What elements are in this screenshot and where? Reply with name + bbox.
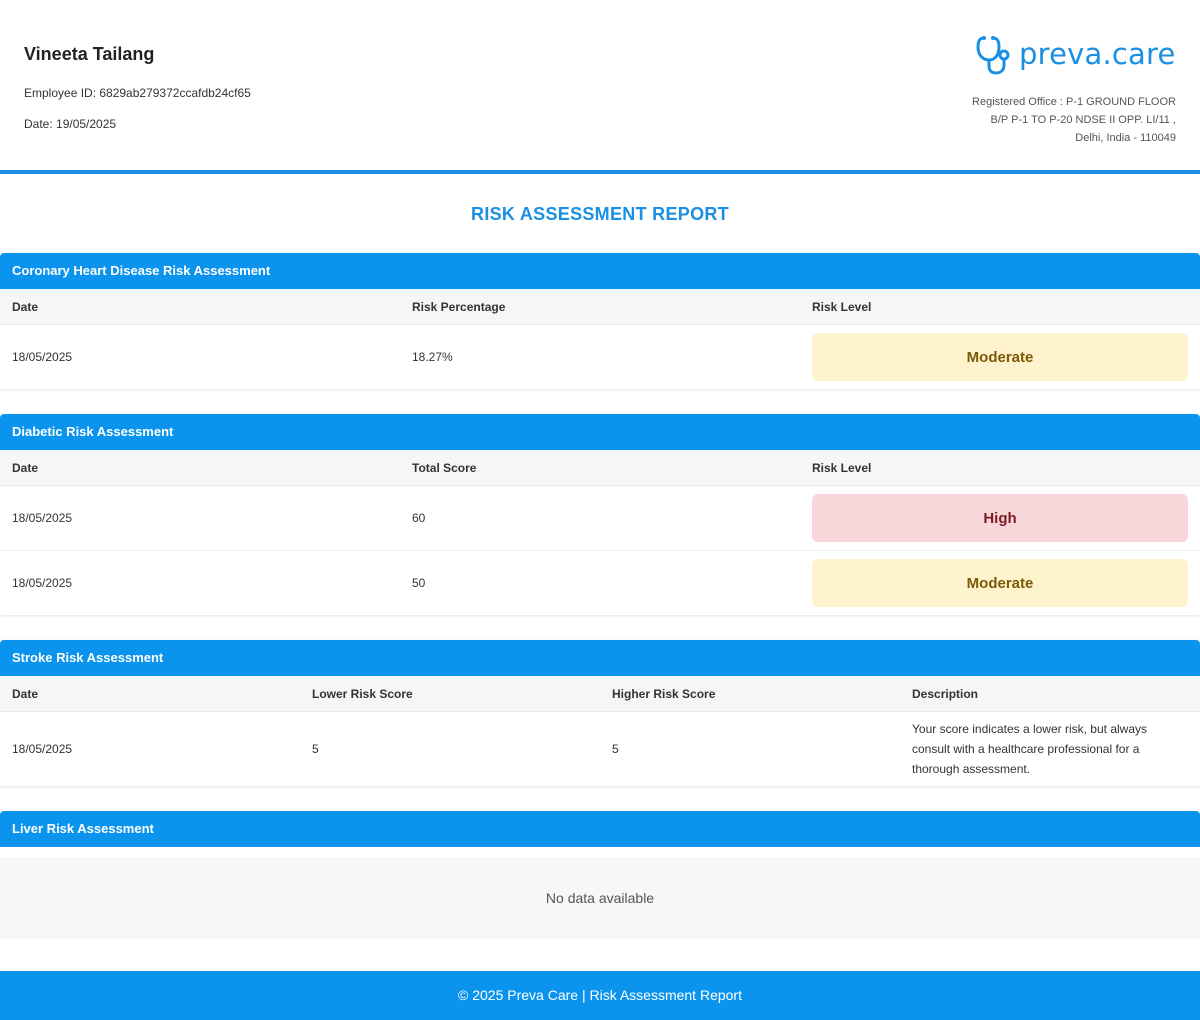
column-header: Higher Risk Score xyxy=(612,686,716,701)
empty-state: No data available xyxy=(0,857,1200,939)
table-header: Date Total Score Risk Level xyxy=(0,450,1200,486)
description-cell: Your score indicates a lower risk, but a… xyxy=(912,722,1147,776)
risk-level-cell: High xyxy=(800,494,1200,542)
risk-percentage-cell: 18.27% xyxy=(412,350,453,364)
column-header: Total Score xyxy=(412,460,477,475)
risk-level-badge: High xyxy=(812,494,1188,542)
date-cell: 18/05/2025 xyxy=(12,576,73,590)
section-title: Diabetic Risk Assessment xyxy=(0,414,1200,450)
risk-level-cell: Moderate xyxy=(800,559,1200,607)
risk-level-cell: Moderate xyxy=(800,333,1200,381)
risk-level-badge: Moderate xyxy=(812,559,1188,607)
column-header: Risk Level xyxy=(812,460,872,475)
table-header: Date Lower Risk Score Higher Risk Score … xyxy=(0,676,1200,712)
table-row: 18/05/2025 5 5 Your score indicates a lo… xyxy=(0,712,1200,786)
stroke-section: Stroke Risk Assessment Date Lower Risk S… xyxy=(0,640,1200,786)
brand-name: preva.care xyxy=(1019,37,1176,71)
brand-logo: preva.care xyxy=(975,32,1176,76)
section-title: Coronary Heart Disease Risk Assessment xyxy=(0,253,1200,289)
diabetic-section: Diabetic Risk Assessment Date Total Scor… xyxy=(0,414,1200,615)
column-header: Risk Percentage xyxy=(412,299,506,314)
date-cell: 18/05/2025 xyxy=(12,742,73,756)
office-line: Registered Office : P-1 GROUND FLOOR xyxy=(972,96,1176,108)
liver-section: Liver Risk Assessment No data available xyxy=(0,811,1200,939)
column-header: Risk Level xyxy=(812,299,872,314)
table-row: 18/05/2025 60 High xyxy=(0,486,1200,551)
office-line: Delhi, India - 110049 xyxy=(1075,132,1176,144)
column-header: Date xyxy=(12,460,39,475)
table-header: Date Risk Percentage Risk Level xyxy=(0,289,1200,325)
date-cell: 18/05/2025 xyxy=(12,511,73,525)
office-line: B/P P-1 TO P-20 NDSE II OPP. LI/11 , xyxy=(990,114,1176,126)
table-row: 18/05/2025 50 Moderate xyxy=(0,551,1200,615)
employee-name: Vineeta Tailang xyxy=(24,44,155,64)
date-cell: 18/05/2025 xyxy=(12,350,73,364)
report-date: Date: 19/05/2025 xyxy=(24,117,117,131)
registered-office: Registered Office : P-1 GROUND FLOOR B/P… xyxy=(916,93,1176,147)
higher-risk-score-cell: 5 xyxy=(612,742,619,756)
employee-id: Employee ID: 6829ab279372ccafdb24cf65 xyxy=(24,86,251,100)
column-header: Lower Risk Score xyxy=(312,686,413,701)
column-header: Date xyxy=(12,686,39,701)
report-header: Vineeta Tailang Employee ID: 6829ab27937… xyxy=(0,0,1200,174)
table-row: 18/05/2025 18.27% Moderate xyxy=(0,325,1200,389)
page-footer: © 2025 Preva Care | Risk Assessment Repo… xyxy=(0,971,1200,1020)
risk-level-badge: Moderate xyxy=(812,333,1188,381)
total-score-cell: 60 xyxy=(412,511,426,525)
column-header: Description xyxy=(912,686,979,701)
column-header: Date xyxy=(12,299,39,314)
lower-risk-score-cell: 5 xyxy=(312,742,319,756)
stethoscope-icon xyxy=(976,36,1010,75)
chd-section: Coronary Heart Disease Risk Assessment D… xyxy=(0,253,1200,389)
total-score-cell: 50 xyxy=(412,576,426,590)
section-title: Stroke Risk Assessment xyxy=(0,640,1200,676)
section-title: Liver Risk Assessment xyxy=(0,811,1200,847)
page-title: RISK ASSESSMENT REPORT xyxy=(471,204,729,224)
